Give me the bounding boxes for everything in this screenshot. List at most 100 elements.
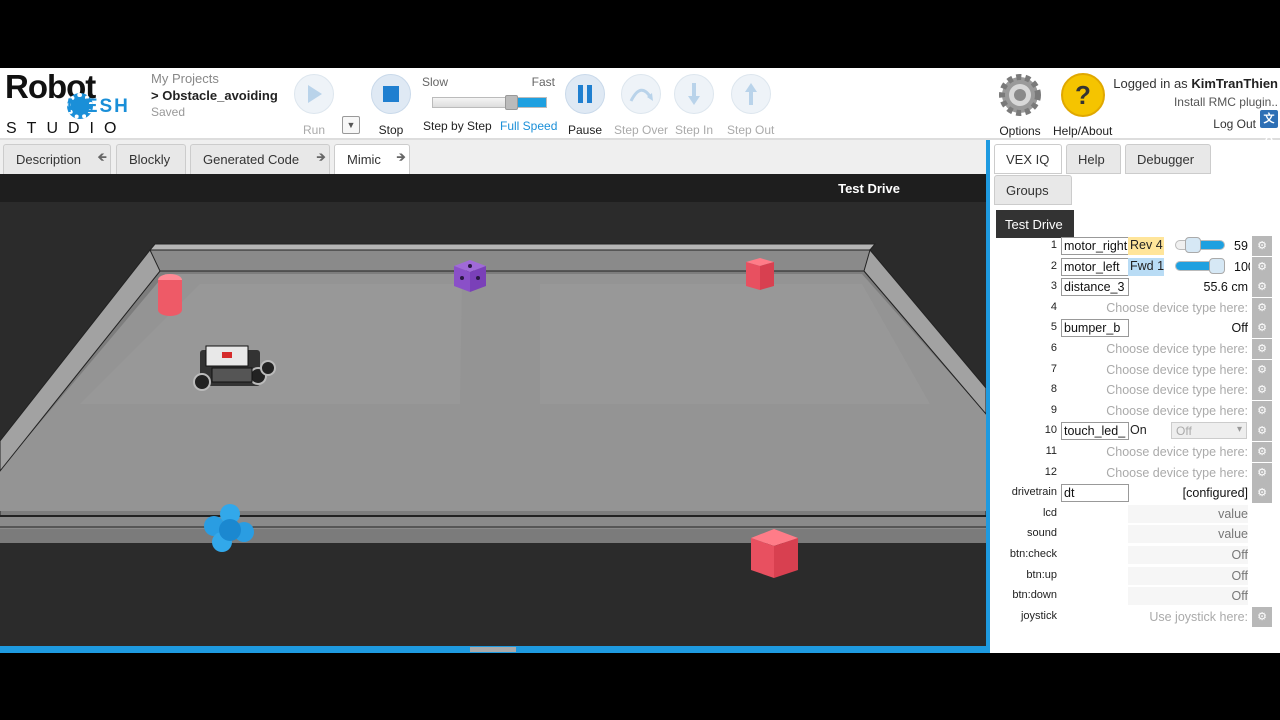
port-config-gear-icon[interactable]: ⚙	[1252, 257, 1272, 277]
motor-speed-handle[interactable]	[1185, 237, 1201, 253]
port-config-gear-icon[interactable]: ⚙	[1252, 339, 1272, 359]
joystick-prompt[interactable]: Use joystick here:	[1149, 610, 1248, 624]
port-config-gear-icon[interactable]: ⚙	[1252, 298, 1272, 318]
port-row: 5 bumper_b Off ⚙	[990, 318, 1280, 338]
purple-cube-object	[454, 260, 486, 292]
port-row: 12 Choose device type here: ⚙	[990, 463, 1280, 483]
step-by-step-label[interactable]: Step by Step	[423, 119, 492, 133]
motor-status: Fwd 1	[1128, 258, 1164, 276]
port-config-gear-icon[interactable]: ⚙	[1252, 277, 1272, 297]
translate-icon[interactable]: 文A	[1260, 110, 1278, 143]
port-config-gear-icon[interactable]: ⚙	[1252, 318, 1272, 338]
port-row: 8 Choose device type here: ⚙	[990, 380, 1280, 400]
port-config-gear-icon[interactable]: ⚙	[1252, 380, 1272, 400]
port-config-gear-icon[interactable]: ⚙	[1252, 360, 1272, 380]
speed-slider[interactable]	[432, 95, 547, 110]
run-options-dropdown[interactable]: ▼	[342, 116, 360, 134]
tab-vex-iq[interactable]: VEX IQ	[994, 144, 1062, 174]
blue-balls-object	[204, 504, 254, 552]
pause-button[interactable]: Pause	[565, 74, 605, 137]
brain-item-value-box[interactable]: Off	[1128, 587, 1248, 605]
horizontal-scrollbar[interactable]	[0, 646, 990, 653]
project-info: My Projects > Obstacle_avoiding Saved	[151, 71, 278, 119]
stop-icon	[371, 74, 411, 114]
tab-generated-code[interactable]: Generated Code 🡺	[190, 144, 330, 174]
gear-icon	[999, 74, 1041, 116]
brain-item-value: Off	[1231, 569, 1248, 583]
step-out-button[interactable]: Step Out	[727, 74, 774, 137]
choose-device-prompt[interactable]: Choose device type here:	[1106, 445, 1248, 459]
brain-item-value: Off	[1231, 589, 1248, 603]
tab-groups[interactable]: Groups	[994, 175, 1072, 205]
arena-scene	[0, 202, 986, 648]
joystick-config-gear-icon[interactable]: ⚙	[1252, 607, 1272, 627]
device-name-field[interactable]: touch_led_	[1061, 422, 1129, 440]
help-about-button[interactable]: ? Help/About	[1053, 72, 1112, 138]
choose-device-prompt[interactable]: Choose device type here:	[1106, 363, 1248, 377]
logout-link[interactable]: Log Out	[1113, 117, 1256, 131]
drivetrain-config-gear-icon[interactable]: ⚙	[1252, 483, 1272, 503]
brain-row: btn:down Off	[990, 586, 1280, 606]
port-number: 8	[1050, 383, 1057, 395]
touch-led-status: On	[1130, 423, 1147, 437]
brain-item-value-box[interactable]: value	[1128, 505, 1248, 523]
port-config-gear-icon[interactable]: ⚙	[1252, 421, 1272, 441]
motor-speed-handle[interactable]	[1209, 258, 1225, 274]
step-in-button[interactable]: Step In	[674, 74, 714, 137]
choose-device-prompt[interactable]: Choose device type here:	[1106, 383, 1248, 397]
port-config-gear-icon[interactable]: ⚙	[1252, 236, 1272, 256]
install-plugin-link[interactable]: Install RMC plugin..	[1113, 95, 1278, 109]
device-name-field[interactable]: distance_3	[1061, 278, 1129, 296]
tab-help[interactable]: Help	[1066, 144, 1121, 174]
sensor-value: 55.6 cm	[1203, 280, 1248, 294]
logged-in-text: Logged in as KimTranThien	[1113, 76, 1278, 91]
speed-slider-handle[interactable]	[505, 95, 518, 110]
tab-blockly[interactable]: Blockly	[116, 144, 186, 174]
brain-item-value-box[interactable]: Off	[1128, 546, 1248, 564]
step-over-button[interactable]: Step Over	[614, 74, 668, 137]
tab-mimic[interactable]: Mimic 🡺	[334, 144, 410, 175]
full-speed-label[interactable]: Full Speed	[500, 119, 557, 133]
port-row: 9 Choose device type here: ⚙	[990, 401, 1280, 421]
editor-tabs: Description 🡸 Blockly Generated Code 🡺 Mim…	[0, 140, 988, 175]
touch-led-color-select[interactable]: Off ▾	[1171, 422, 1247, 439]
scrollbar-thumb[interactable]	[470, 647, 516, 652]
mimic-3d-view[interactable]: Test Drive	[0, 174, 986, 648]
run-button[interactable]: Run	[294, 74, 334, 137]
choose-device-prompt[interactable]: Choose device type here:	[1106, 404, 1248, 418]
tab-debugger[interactable]: Debugger	[1125, 144, 1211, 174]
motor-status: Rev 4	[1128, 237, 1164, 255]
device-name-field[interactable]: bumper_b	[1061, 319, 1129, 337]
device-name-field[interactable]: motor_right	[1061, 237, 1129, 255]
options-button[interactable]: Options	[997, 72, 1043, 138]
choose-device-prompt[interactable]: Choose device type here:	[1106, 342, 1248, 356]
run-label: Run	[302, 123, 325, 137]
motor-speed-slider[interactable]	[1175, 237, 1225, 253]
my-projects-link[interactable]: My Projects	[151, 71, 278, 86]
brain-item-label: btn:down	[1012, 589, 1057, 601]
brain-item-value-box[interactable]: value	[1128, 525, 1248, 543]
port-config-gear-icon[interactable]: ⚙	[1252, 401, 1272, 421]
drivetrain-row: drivetrain dt [configured] ⚙	[990, 483, 1280, 503]
project-name[interactable]: > Obstacle_avoiding	[151, 88, 278, 103]
pause-label: Pause	[567, 123, 603, 137]
brain-item-label: sound	[1027, 527, 1057, 539]
stop-button[interactable]: Stop	[371, 74, 411, 137]
options-label: Options	[999, 124, 1041, 138]
motor-speed-slider[interactable]	[1175, 258, 1225, 274]
port-row: 1 motor_right Rev 4 59 ⚙	[990, 236, 1280, 256]
device-name-field[interactable]: motor_left	[1061, 258, 1129, 276]
toolbar: Robot MESH STUDIO My Projects > Obstacle…	[0, 68, 1280, 143]
drivetrain-name-field[interactable]: dt	[1061, 484, 1129, 502]
port-config-gear-icon[interactable]: ⚙	[1252, 463, 1272, 483]
drivetrain-label: drivetrain	[1011, 486, 1057, 498]
brain-item-value-box[interactable]: Off	[1128, 567, 1248, 585]
choose-device-prompt[interactable]: Choose device type here:	[1106, 466, 1248, 480]
port-config-gear-icon[interactable]: ⚙	[1252, 442, 1272, 462]
joystick-row: joystick Use joystick here: ⚙	[990, 607, 1280, 627]
tab-description[interactable]: Description 🡸	[3, 144, 111, 174]
brain-item-value: value	[1218, 507, 1248, 521]
choose-device-prompt[interactable]: Choose device type here:	[1106, 301, 1248, 315]
robotmesh-logo[interactable]: Robot MESH STUDIO	[5, 68, 145, 138]
arrow-right-icon: 🡺	[316, 150, 326, 164]
